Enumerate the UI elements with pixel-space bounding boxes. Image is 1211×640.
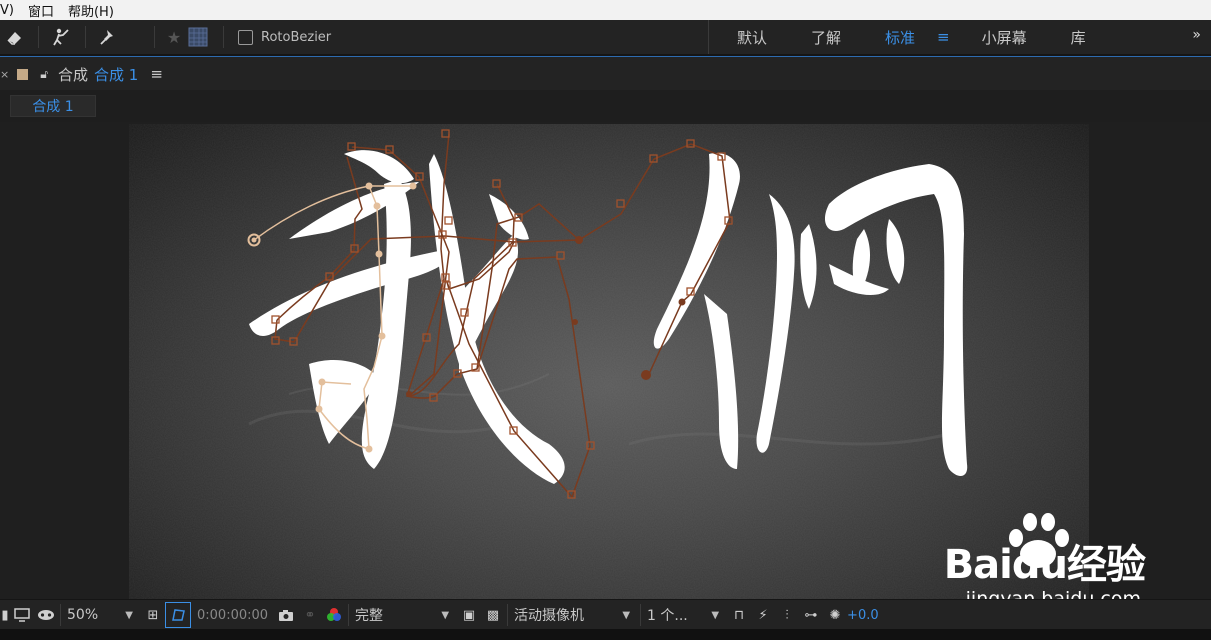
- menu-item-window[interactable]: 窗口: [28, 1, 54, 20]
- toolbar-divider: [85, 26, 86, 48]
- eraser-icon: [7, 32, 21, 45]
- rotobezier-checkbox[interactable]: [238, 29, 253, 45]
- exposure-value[interactable]: +0.0: [847, 608, 879, 623]
- tab-composition-1[interactable]: 合成 1: [10, 95, 96, 117]
- timeline-icon[interactable]: ⫶: [775, 603, 799, 627]
- rotobezier-option[interactable]: RotoBezier: [238, 29, 332, 45]
- close-panel-icon[interactable]: ×: [0, 68, 9, 81]
- workspace-libraries[interactable]: 库: [1049, 27, 1108, 48]
- flowchart-icon[interactable]: ⊶: [799, 603, 823, 627]
- composition-panel-header: × 🔓︎ 合成 合成 1 ≡: [0, 56, 1211, 91]
- panel-type-label: 合成: [58, 65, 89, 84]
- menu-item-view[interactable]: V): [0, 3, 14, 18]
- workspace-learn[interactable]: 了解: [789, 27, 863, 48]
- canvas-artwork: [129, 124, 1089, 599]
- panel-menu-icon[interactable]: ≡: [150, 65, 163, 83]
- workspace-small-screen[interactable]: 小屏幕: [960, 27, 1049, 48]
- channel-rgb-icon[interactable]: [322, 603, 346, 627]
- roto-brush-icon: [53, 28, 69, 46]
- zoom-value: 50%: [67, 607, 99, 623]
- chevron-down-icon: ▼: [125, 609, 133, 621]
- mask-feather-tool-button[interactable]: [185, 23, 211, 51]
- toolbar-divider: [223, 26, 224, 48]
- rgb-glyph: [327, 608, 342, 621]
- menu-item-help[interactable]: 帮助(H): [68, 1, 114, 20]
- chevron-down-icon: ▼: [711, 609, 720, 621]
- mask-grid-icon: [188, 27, 208, 47]
- monitor-icon[interactable]: [10, 603, 34, 627]
- toolbar-divider: [38, 26, 39, 48]
- roto-brush-tool-button[interactable]: [47, 23, 77, 51]
- show-snapshot-icon[interactable]: ⚭: [298, 603, 322, 627]
- views-layout-dropdown[interactable]: 1 个... ▼: [640, 604, 725, 626]
- resolution-dropdown[interactable]: 完整 ▼: [348, 604, 455, 626]
- resolution-value: 完整: [355, 608, 384, 624]
- eraser-tool-button[interactable]: [0, 23, 30, 51]
- baidu-paw-icon: [1009, 513, 1069, 568]
- mask-path-toggle-icon[interactable]: [165, 602, 191, 628]
- workspace-switcher: 默认 了解 标准 ≡ 小屏幕 库: [708, 20, 1108, 54]
- current-time-display[interactable]: 0:00:00:00: [191, 608, 274, 623]
- frame-icon[interactable]: ▮: [0, 603, 10, 627]
- more-workspaces-chevron-icon[interactable]: »: [1192, 27, 1201, 43]
- rotobezier-label: RotoBezier: [261, 29, 332, 45]
- workspace-menu-icon[interactable]: ≡: [937, 28, 960, 46]
- views-value: 1 个...: [647, 608, 688, 624]
- chevron-down-icon: ▼: [622, 609, 631, 621]
- workspace-default[interactable]: 默认: [715, 27, 789, 48]
- monitor-glyph: [14, 608, 30, 622]
- fast-preview-icon[interactable]: ⚡︎: [751, 603, 775, 627]
- composition-tab-row: 合成 1: [0, 90, 1211, 122]
- mask-visibility-icon[interactable]: [34, 603, 58, 627]
- workspace-standard[interactable]: 标准: [863, 27, 937, 48]
- puppet-pin-icon: [100, 30, 113, 45]
- transparency-grid-icon[interactable]: ▩: [481, 603, 505, 627]
- puppet-pin-tool-button[interactable]: [94, 23, 124, 51]
- camera-glyph: [279, 609, 294, 621]
- menu-bar: V) 窗口 帮助(H): [0, 0, 1211, 20]
- snapshot-camera-icon[interactable]: [274, 603, 298, 627]
- panel-footer: [0, 629, 1211, 640]
- viewer-controls-bar: ▮ 50% ▼ ⊞ 0:00:00:00 ⚭ 完整 ▼ ▣ ▩ 活动摄像机 ▼ 1 个…: [0, 599, 1211, 630]
- camera-dropdown[interactable]: 活动摄像机 ▼: [507, 604, 636, 626]
- zoom-dropdown[interactable]: 50% ▼: [60, 604, 139, 626]
- label-color-swatch[interactable]: [17, 68, 29, 80]
- mask-path-glyph: [172, 609, 185, 621]
- toolbar-divider: [154, 26, 155, 48]
- region-of-interest-icon[interactable]: ▣: [457, 603, 481, 627]
- reset-exposure-icon[interactable]: ✺: [823, 603, 847, 627]
- lock-icon[interactable]: 🔓︎: [40, 67, 48, 82]
- chevron-down-icon: ▼: [441, 609, 450, 621]
- composition-name[interactable]: 合成 1: [94, 64, 138, 85]
- pixel-aspect-icon[interactable]: ⊓: [727, 603, 751, 627]
- composition-canvas[interactable]: [129, 124, 1089, 599]
- camera-value: 活动摄像机: [514, 608, 585, 624]
- toggle-transparency-grid-icon[interactable]: ⊞: [141, 603, 165, 627]
- mask-glyph: [38, 610, 54, 620]
- star-icon[interactable]: ★: [163, 23, 185, 51]
